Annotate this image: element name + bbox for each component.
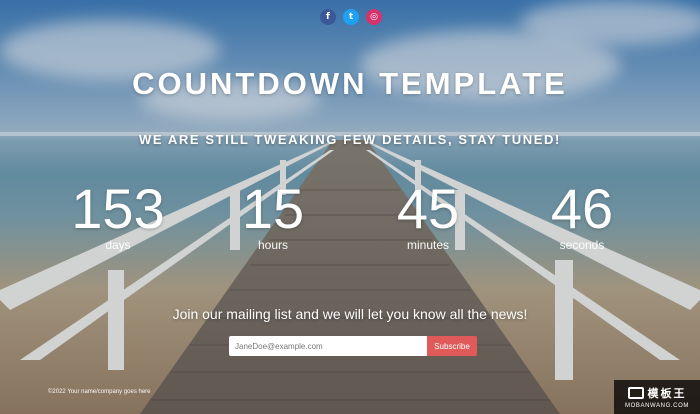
countdown-label: minutes xyxy=(406,238,450,252)
watermark-logo-icon xyxy=(627,387,644,399)
countdown-label: seconds xyxy=(559,238,605,252)
countdown-value: 45 xyxy=(396,177,460,240)
countdown-value: 46 xyxy=(550,177,614,240)
email-field[interactable] xyxy=(229,336,427,356)
social-links: f t ◎ xyxy=(320,9,382,25)
countdown-seconds: 46 seconds xyxy=(522,177,642,253)
countdown-hours: 15 hours xyxy=(213,177,333,253)
countdown-minutes: 45 minutes xyxy=(368,177,488,253)
countdown-value: 153 xyxy=(71,177,165,240)
subscribe-button[interactable]: Subscribe xyxy=(427,336,477,356)
footer-copyright: ©2022 Your name/company goes here xyxy=(48,389,151,395)
countdown-days: 153 days xyxy=(58,177,178,253)
subscribe-form: Subscribe xyxy=(229,336,477,356)
page-subtitle: WE ARE STILL TWEAKING FEW DETAILS, STAY … xyxy=(139,132,561,147)
mailing-list-text: Join our mailing list and we will let yo… xyxy=(172,306,528,322)
watermark-brand-text: 模板王 xyxy=(647,387,687,400)
facebook-icon[interactable]: f xyxy=(320,9,336,25)
countdown-label: days xyxy=(105,238,131,252)
twitter-icon[interactable]: t xyxy=(343,9,359,25)
countdown-timer: 153 days 15 hours 45 minutes 46 seconds xyxy=(0,178,700,268)
page-background: f t ◎ COUNTDOWN TEMPLATE WE ARE STILL TW… xyxy=(0,0,700,414)
countdown-label: hours xyxy=(257,238,289,252)
watermark: 模板王 MOBANWANG.COM xyxy=(614,380,700,414)
page-title: COUNTDOWN TEMPLATE xyxy=(132,66,568,101)
instagram-icon[interactable]: ◎ xyxy=(366,9,382,25)
watermark-url: MOBANWANG.COM xyxy=(625,403,689,409)
watermark-brand: 模板王 xyxy=(627,385,687,401)
countdown-value: 15 xyxy=(241,177,305,240)
